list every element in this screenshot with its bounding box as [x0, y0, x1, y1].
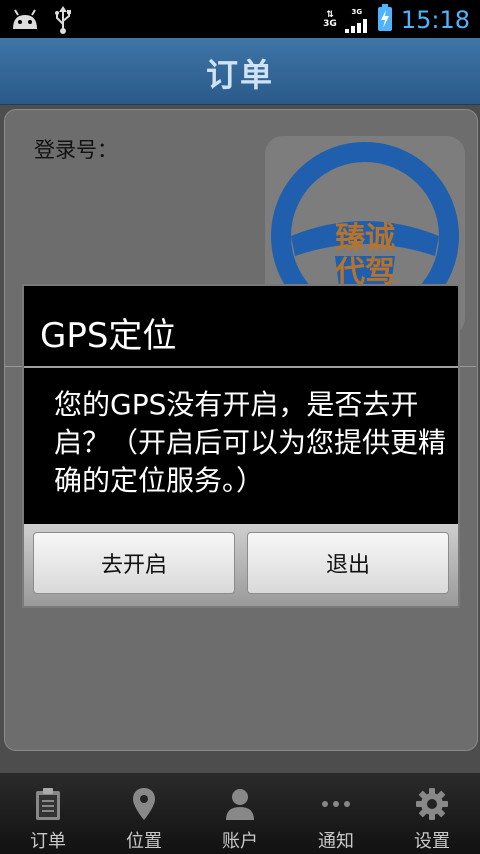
nav-label-settings: 设置 — [414, 831, 450, 852]
bottom-nav: 订单 位置 账户 通知 设置 — [0, 773, 480, 854]
signal-strength-icon: 3G — [344, 8, 369, 33]
ellipsis-icon — [318, 785, 354, 823]
clock: 15:18 — [400, 6, 470, 34]
title-bar: 订单 — [0, 38, 480, 105]
person-icon — [222, 785, 258, 823]
login-number-label: 登录号： — [34, 138, 118, 162]
nav-item-account[interactable]: 账户 — [192, 773, 288, 854]
page-title: 订单 — [205, 56, 274, 94]
location-pin-icon — [126, 785, 162, 823]
nav-label-notifications: 通知 — [318, 831, 354, 852]
logo-text-1: 臻诚 — [335, 221, 395, 256]
nav-item-settings[interactable]: 设置 — [384, 773, 480, 854]
dialog-title: GPS定位 — [40, 316, 177, 356]
dialog-divider — [24, 366, 458, 368]
nav-item-orders[interactable]: 订单 — [0, 773, 96, 854]
nav-label-location: 位置 — [126, 831, 162, 852]
nav-item-notifications[interactable]: 通知 — [288, 773, 384, 854]
nav-label-account: 账户 — [222, 831, 258, 852]
android-icon — [10, 9, 40, 35]
gps-dialog: GPS定位 您的GPS没有开启，是否去开启？（开启后可以为您提供更精确的定位服务… — [22, 284, 460, 608]
battery-charging-icon — [377, 4, 393, 36]
status-bar: ⇅ 3G 3G 15:18 — [0, 0, 480, 38]
nav-item-location[interactable]: 位置 — [96, 773, 192, 854]
dialog-message: 您的GPS没有开启，是否去开启？（开启后可以为您提供更精确的定位服务。） — [54, 388, 447, 497]
enable-gps-button[interactable]: 去开启 — [33, 532, 235, 594]
clipboard-icon — [30, 785, 66, 823]
data-transfer-icon: ⇅ 3G — [323, 10, 337, 29]
usb-icon — [54, 6, 72, 38]
exit-button[interactable]: 退出 — [247, 532, 449, 594]
gear-icon — [414, 785, 450, 823]
nav-label-orders: 订单 — [30, 831, 66, 852]
dialog-button-bar: 去开启 退出 — [24, 524, 458, 606]
